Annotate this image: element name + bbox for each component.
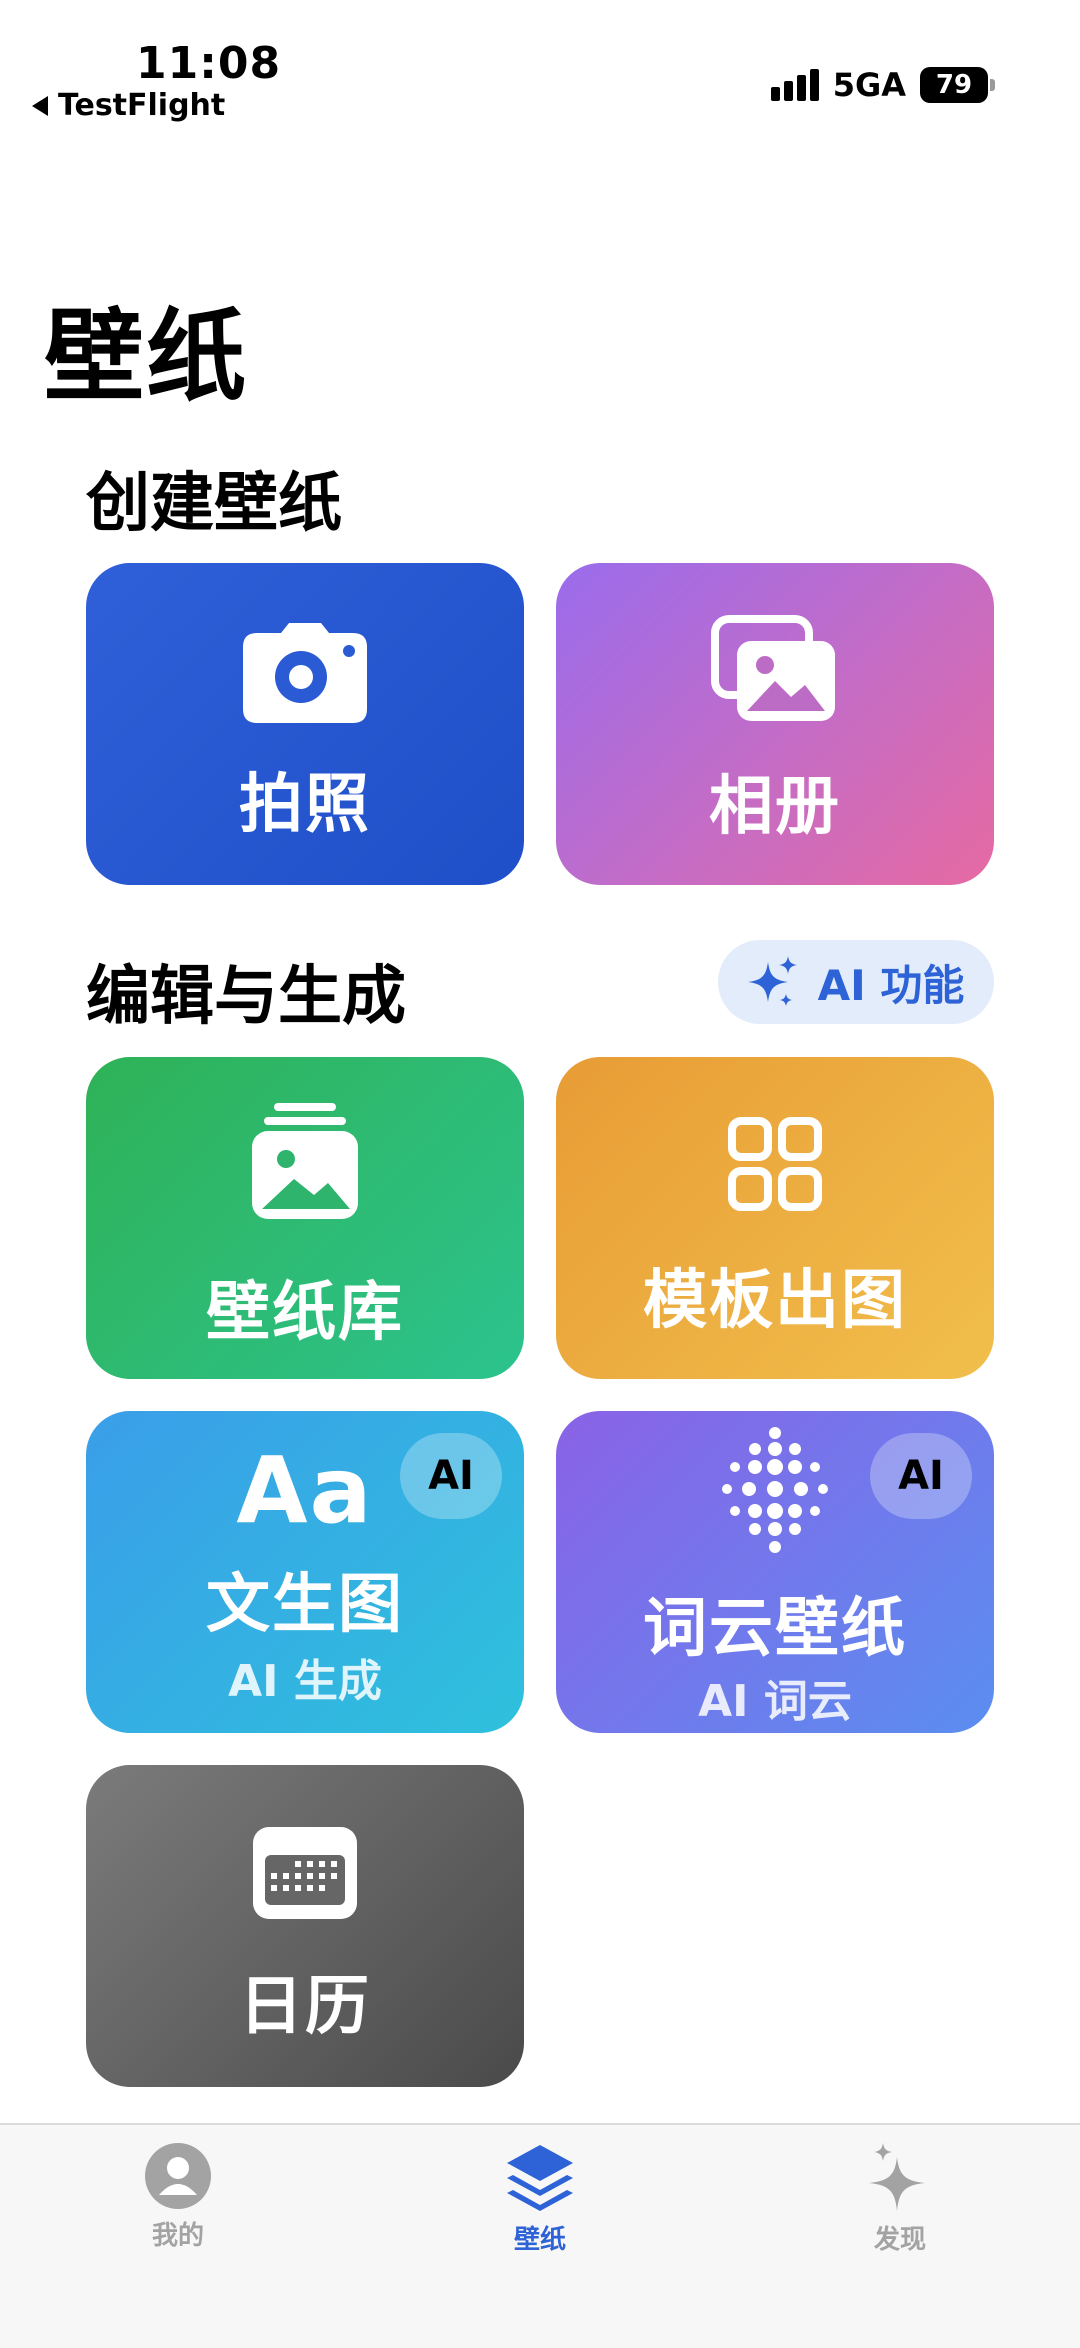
photos-icon: [711, 615, 835, 721]
ai-tag: AI: [870, 1433, 972, 1519]
wallpaper-library-label: 壁纸库: [206, 1276, 404, 1350]
camera-icon: [243, 623, 367, 723]
back-arrow-icon: [32, 95, 48, 116]
text-to-image-card[interactable]: AI Aa 文生图 AI 生成: [86, 1411, 524, 1733]
template-card[interactable]: 模板出图: [556, 1057, 994, 1379]
tab-wallpaper-label: 壁纸: [513, 2225, 566, 2255]
word-cloud-sub: AI 词云: [698, 1676, 852, 1727]
text-to-image-label: 文生图: [206, 1568, 404, 1642]
calendar-icon: [253, 1827, 357, 1919]
text-to-image-sub: AI 生成: [228, 1656, 382, 1707]
signal-icon: [770, 69, 819, 101]
battery-level: 79: [935, 70, 973, 100]
font-aa-icon: Aa: [236, 1437, 374, 1544]
album-card[interactable]: 相册: [556, 563, 994, 885]
word-cloud-label: 词云壁纸: [643, 1592, 907, 1666]
tab-me-label: 我的: [151, 2221, 204, 2251]
network-type: 5GA: [832, 66, 906, 104]
battery-icon: 79: [920, 67, 995, 103]
tab-discover-label: 发现: [873, 2225, 926, 2255]
wallpaper-library-card[interactable]: 壁纸库: [86, 1057, 524, 1379]
tab-discover[interactable]: 发现: [800, 2143, 1000, 2256]
take-photo-label: 拍照: [239, 768, 371, 842]
person-icon: [145, 2143, 211, 2209]
template-label: 模板出图: [643, 1264, 907, 1338]
status-time: 11:08: [136, 38, 282, 89]
photo-stack-icon: [252, 1103, 358, 1219]
section-create-title: 创建壁纸: [86, 467, 342, 541]
grid-icon: [728, 1117, 822, 1211]
status-indicators: 5GA 79: [770, 66, 995, 104]
dot-cloud-icon: [722, 1427, 828, 1553]
album-label: 相册: [709, 770, 841, 844]
ai-features-label: AI 功能: [817, 960, 965, 1010]
back-to-testflight[interactable]: TestFlight: [32, 88, 225, 123]
tab-bar: 我的 壁纸 发现: [0, 2123, 1080, 2348]
calendar-label: 日历: [239, 1970, 371, 2044]
layers-icon: [507, 2145, 573, 2211]
tab-wallpaper[interactable]: 壁纸: [440, 2143, 640, 2256]
section-edit-title: 编辑与生成: [86, 960, 406, 1034]
back-label: TestFlight: [58, 88, 226, 123]
page-title: 壁纸: [44, 298, 248, 415]
word-cloud-card[interactable]: AI 词云壁纸 AI 词云: [556, 1411, 994, 1733]
sparkles-icon: [869, 2143, 925, 2211]
status-bar: 11:08 TestFlight 5GA 79: [0, 0, 1080, 140]
take-photo-card[interactable]: 拍照: [86, 563, 524, 885]
calendar-card[interactable]: 日历: [86, 1765, 524, 2087]
tab-me[interactable]: 我的: [78, 2143, 278, 2252]
sparkles-icon: [747, 956, 797, 1006]
ai-features-badge[interactable]: AI 功能: [718, 940, 994, 1024]
